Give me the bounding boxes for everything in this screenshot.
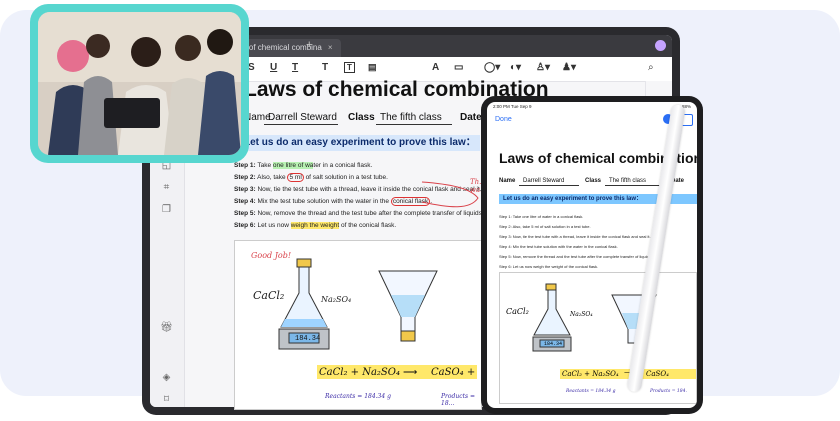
ipad-step-5: Step 5: Now, remove the thread and the t… bbox=[499, 254, 652, 259]
reaction-right: CaSO₄ + bbox=[431, 367, 476, 378]
reactants-mass: Reactants = 184.34 g bbox=[325, 393, 391, 400]
ipad-step-6: Step 6: Let us now weigh the weight of t… bbox=[499, 264, 599, 269]
ipad-class-label: Class bbox=[585, 178, 602, 184]
products-mass: Products = 18... bbox=[441, 393, 476, 407]
gift-icon[interactable]: 🎁︎ bbox=[160, 321, 173, 334]
note-tool-icon[interactable]: ▤ bbox=[368, 62, 377, 73]
bookmark-icon[interactable]: ⌑ bbox=[160, 393, 173, 406]
class-underline bbox=[376, 124, 452, 125]
step-2: Step 2: Also, take 5 ml of salt solution… bbox=[234, 173, 388, 182]
ipad-experiment-figure: CaCl₂ Na₂SO₄ 184.34 CaCl₂ + Na₂SO₄ ⟶ CaS… bbox=[499, 272, 697, 404]
ipad-name-label: Name bbox=[499, 178, 516, 184]
step-6: Step 6: Let us now weigh the weight of t… bbox=[234, 222, 397, 229]
ipad-name-underline bbox=[519, 185, 579, 186]
inverted-flask-drawing bbox=[378, 270, 438, 342]
name-value[interactable]: Darrell Steward bbox=[268, 112, 337, 123]
reaction-left: CaCl₂ + Na₂SO₄ bbox=[319, 367, 400, 378]
ipad-reactants-mass: Reactants = 184.34 g bbox=[566, 389, 616, 394]
squiggly-tool-icon[interactable]: T bbox=[292, 62, 298, 73]
date-label: Date bbox=[460, 112, 482, 123]
reaction-arrow-icon: ⟶ bbox=[403, 367, 418, 378]
textbox-tool-icon[interactable]: T bbox=[322, 62, 328, 73]
name-underline bbox=[264, 124, 338, 125]
stamp-tool-icon[interactable]: ♙▾ bbox=[536, 62, 550, 73]
step-1: Step 1: Take one litre of water in a con… bbox=[234, 162, 373, 169]
ipad-class-underline bbox=[605, 185, 665, 186]
annotation-arrow bbox=[421, 181, 479, 208]
scale-reading: 184.34 bbox=[295, 335, 321, 343]
ipad-scale-reading: 184.34 bbox=[544, 341, 563, 347]
ipad-step-3: Step 3: Now, tie the test tube with a th… bbox=[499, 234, 651, 239]
eraser-tool-icon[interactable]: ▭ bbox=[454, 62, 463, 73]
ipad-name-value[interactable]: Darrell Steward bbox=[523, 178, 564, 184]
color-picker-icon[interactable]: ◐▾ bbox=[510, 62, 521, 73]
pages-icon[interactable]: ❐ bbox=[160, 203, 173, 216]
crop-icon[interactable]: ⌗ bbox=[160, 181, 173, 194]
ipad-reaction-left: CaCl₂ + Na₂SO₄ bbox=[562, 370, 619, 378]
avatar[interactable] bbox=[655, 40, 666, 51]
ipad-class-value[interactable]: The fifth class bbox=[609, 178, 646, 184]
tab-close-icon[interactable]: × bbox=[328, 43, 333, 52]
sign-tool-icon[interactable]: ♟▾ bbox=[562, 62, 576, 73]
layers-icon[interactable]: ◈ bbox=[160, 371, 173, 384]
ipad-cacl2-label: CaCl₂ bbox=[506, 307, 529, 316]
students-illustration bbox=[38, 12, 241, 155]
strikethrough-tool-icon[interactable]: S bbox=[248, 62, 255, 73]
ipad-step-1: Step 1: Take one litre of water in a con… bbox=[499, 214, 584, 219]
ipad-reaction-right: CaSO₄ bbox=[646, 370, 669, 378]
new-tab-icon[interactable]: + bbox=[306, 39, 312, 51]
class-label: Class bbox=[348, 112, 375, 123]
experiment-figure: Good Job! CaCl₂ Na₂SO₄ 184.34 CaCl₂ + Na… bbox=[234, 240, 482, 410]
ipad-step-2: Step 2: Also, take 5 ml of salt solution… bbox=[499, 224, 591, 229]
experiment-banner: Let us do an easy experiment to prove th… bbox=[238, 135, 480, 151]
class-value[interactable]: The fifth class bbox=[380, 112, 442, 123]
ipad-products-mass: Products = 184. bbox=[650, 389, 687, 394]
pen-tool-icon[interactable]: A bbox=[432, 62, 439, 73]
underline-tool-icon[interactable]: U bbox=[270, 62, 277, 73]
shape-tool-icon[interactable]: ◯▾ bbox=[484, 62, 500, 73]
step-4: Step 4: Mix the test tube solution with … bbox=[234, 197, 433, 206]
done-button[interactable]: Done bbox=[495, 116, 512, 123]
search-icon[interactable]: ⌕ bbox=[648, 62, 654, 73]
callout-tool-icon[interactable]: T bbox=[344, 62, 355, 73]
students-photo bbox=[38, 12, 241, 155]
status-time: 2:00 PM Tue Sep 9 bbox=[493, 104, 532, 109]
ipad-step-4: Step 4: Mix the test tube solution with … bbox=[499, 244, 618, 249]
